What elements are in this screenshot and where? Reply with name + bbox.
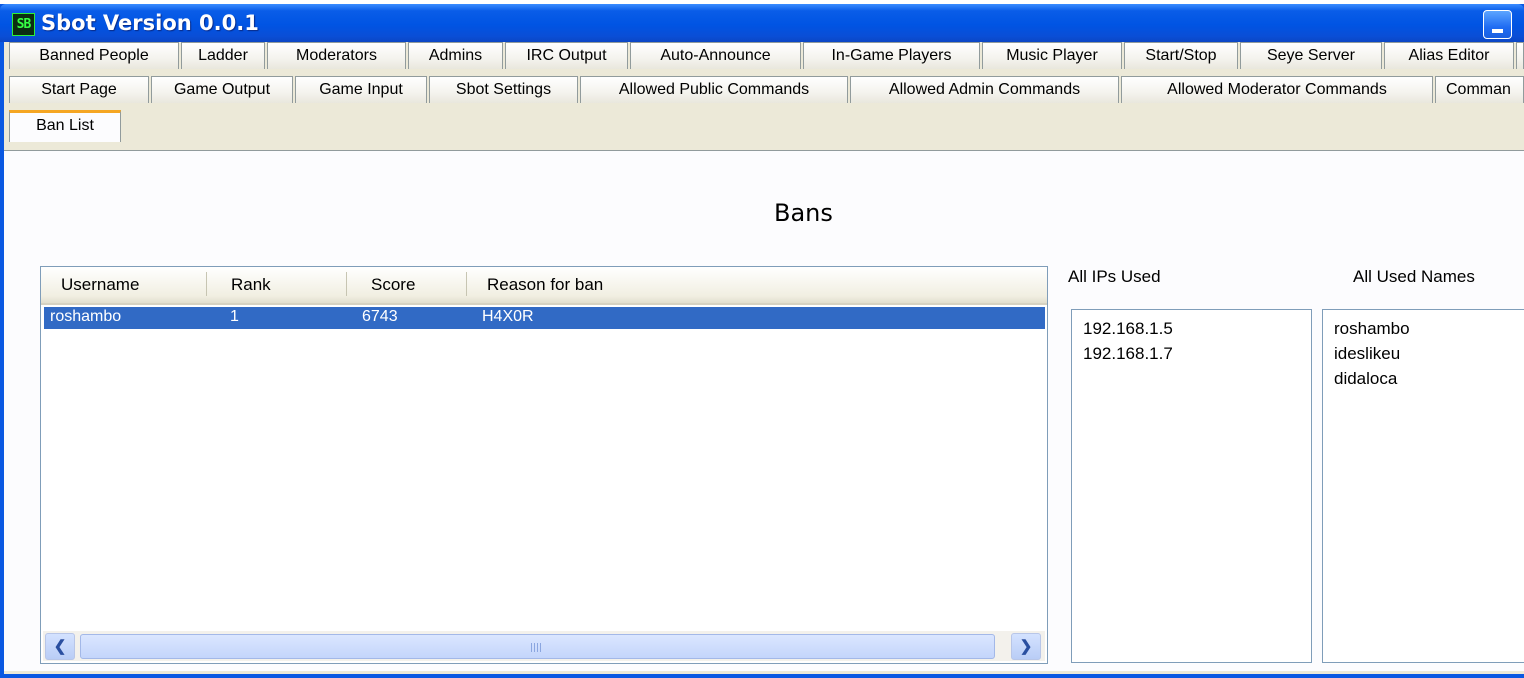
ips-listbox[interactable]: 192.168.1.5 192.168.1.7 — [1071, 309, 1312, 663]
tab-irc-output[interactable]: IRC Output — [505, 42, 628, 69]
horizontal-scrollbar[interactable]: ❮ ❯ — [43, 631, 1045, 661]
tab-music-player[interactable]: Music Player — [982, 42, 1122, 69]
app-icon: SB — [12, 13, 35, 36]
ips-label: All IPs Used — [1068, 267, 1161, 286]
cell-score: 6743 — [362, 308, 398, 325]
tab-ban-list[interactable]: Ban List — [9, 110, 121, 142]
window-bottom-border — [0, 674, 1520, 678]
tab-seye-server[interactable]: Seye Server — [1240, 42, 1382, 69]
page-title: Bans — [774, 199, 833, 227]
column-divider[interactable] — [206, 272, 207, 296]
tab-allowed-moderator-commands[interactable]: Allowed Moderator Commands — [1121, 76, 1433, 103]
minimize-button[interactable] — [1483, 10, 1512, 39]
tab-game-output[interactable]: Game Output — [151, 76, 293, 103]
scroll-left-button[interactable]: ❮ — [45, 633, 75, 660]
ban-list-page: Bans Username Rank Score Reason for ban … — [4, 150, 1524, 671]
tab-alias-editor[interactable]: Alias Editor — [1384, 42, 1514, 69]
list-item[interactable]: didaloca — [1323, 366, 1524, 391]
minimize-icon — [1492, 29, 1503, 33]
cell-reason: H4X0R — [482, 308, 534, 325]
tab-admins[interactable]: Admins — [408, 42, 503, 69]
list-item[interactable]: ideslikeu — [1323, 341, 1524, 366]
grip-icon — [531, 643, 543, 652]
listview-header: Username Rank Score Reason for ban — [41, 267, 1047, 305]
client-area: Banned People Ladder Moderators Admins I… — [4, 42, 1524, 674]
column-rank[interactable]: Rank — [231, 275, 271, 295]
scroll-right-button[interactable]: ❯ — [1011, 633, 1041, 660]
tab-auto-announce[interactable]: Auto-Announce — [630, 42, 801, 69]
names-listbox[interactable]: roshambo ideslikeu didaloca — [1322, 309, 1524, 663]
tab-allowed-admin-commands[interactable]: Allowed Admin Commands — [850, 76, 1119, 103]
tab-banned-people[interactable]: Banned People — [9, 42, 179, 69]
main-window: SB Sbot Version 0.0.1 Banned People Ladd… — [0, 4, 1524, 678]
tab-in-game-players[interactable]: In-Game Players — [803, 42, 980, 69]
column-reason[interactable]: Reason for ban — [487, 275, 603, 295]
table-row[interactable]: roshambo 1 6743 H4X0R — [44, 307, 1045, 329]
tab-overflow-1[interactable] — [1516, 42, 1524, 69]
tab-allowed-public-commands[interactable]: Allowed Public Commands — [580, 76, 848, 103]
tab-sbot-settings[interactable]: Sbot Settings — [429, 76, 578, 103]
names-label: All Used Names — [1353, 267, 1475, 286]
column-username[interactable]: Username — [61, 275, 139, 295]
tab-start-page[interactable]: Start Page — [9, 76, 149, 103]
tab-commands-overflow[interactable]: Comman — [1435, 76, 1524, 103]
column-divider[interactable] — [466, 272, 467, 296]
tab-start-stop[interactable]: Start/Stop — [1124, 42, 1238, 69]
title-bar[interactable]: SB Sbot Version 0.0.1 — [0, 4, 1524, 42]
scroll-thumb[interactable] — [80, 634, 995, 659]
tab-moderators[interactable]: Moderators — [267, 42, 406, 69]
column-score[interactable]: Score — [371, 275, 415, 295]
column-divider[interactable] — [346, 272, 347, 296]
tab-game-input[interactable]: Game Input — [295, 76, 427, 103]
tab-ladder[interactable]: Ladder — [181, 42, 265, 69]
bans-listview[interactable]: Username Rank Score Reason for ban rosha… — [40, 266, 1048, 664]
cell-username: roshambo — [50, 308, 122, 325]
window-title: Sbot Version 0.0.1 — [41, 11, 259, 35]
list-item[interactable]: roshambo — [1323, 316, 1524, 341]
list-item[interactable]: 192.168.1.5 — [1072, 316, 1311, 341]
cell-rank: 1 — [230, 308, 239, 325]
list-item[interactable]: 192.168.1.7 — [1072, 341, 1311, 366]
